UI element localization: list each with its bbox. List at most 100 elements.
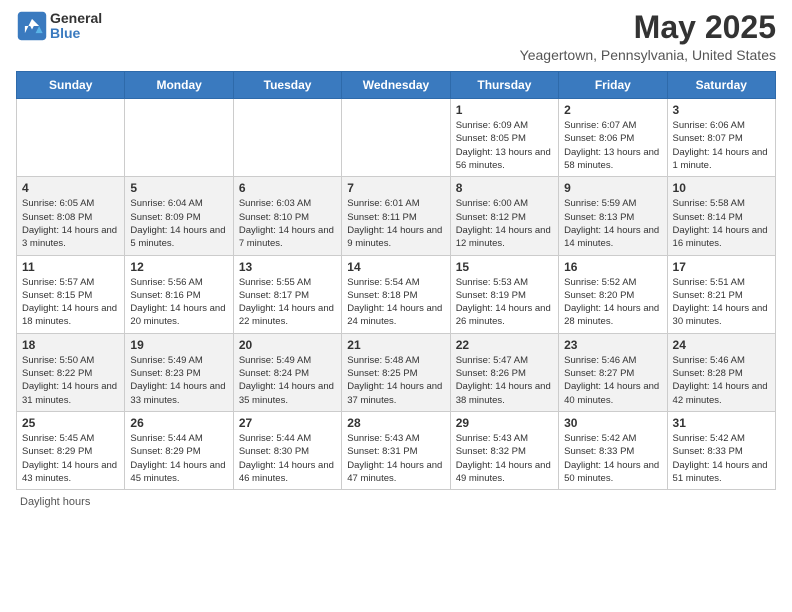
day-info: Sunrise: 5:43 AM Sunset: 8:32 PM Dayligh… — [456, 432, 553, 485]
day-info: Sunrise: 5:56 AM Sunset: 8:16 PM Dayligh… — [130, 276, 227, 329]
day-info: Sunrise: 5:43 AM Sunset: 8:31 PM Dayligh… — [347, 432, 444, 485]
day-number: 8 — [456, 181, 553, 195]
header: General Blue May 2025 Yeagertown, Pennsy… — [16, 10, 776, 63]
day-info: Sunrise: 6:06 AM Sunset: 8:07 PM Dayligh… — [673, 119, 770, 172]
calendar-cell: 24 Sunrise: 5:46 AM Sunset: 8:28 PM Dayli… — [667, 333, 775, 411]
calendar-cell — [17, 99, 125, 177]
day-number: 18 — [22, 338, 119, 352]
day-info: Sunrise: 5:42 AM Sunset: 8:33 PM Dayligh… — [564, 432, 661, 485]
day-info: Sunrise: 5:54 AM Sunset: 8:18 PM Dayligh… — [347, 276, 444, 329]
calendar-header-saturday: Saturday — [667, 72, 775, 99]
day-number: 27 — [239, 416, 336, 430]
day-number: 20 — [239, 338, 336, 352]
day-number: 28 — [347, 416, 444, 430]
logo-general-text: General — [50, 11, 102, 26]
logo: General Blue — [16, 10, 102, 42]
day-info: Sunrise: 5:53 AM Sunset: 8:19 PM Dayligh… — [456, 276, 553, 329]
day-info: Sunrise: 6:07 AM Sunset: 8:06 PM Dayligh… — [564, 119, 661, 172]
calendar-cell: 15 Sunrise: 5:53 AM Sunset: 8:19 PM Dayli… — [450, 255, 558, 333]
calendar-header-thursday: Thursday — [450, 72, 558, 99]
day-number: 16 — [564, 260, 661, 274]
calendar-cell — [125, 99, 233, 177]
day-info: Sunrise: 5:51 AM Sunset: 8:21 PM Dayligh… — [673, 276, 770, 329]
day-info: Sunrise: 5:46 AM Sunset: 8:28 PM Dayligh… — [673, 354, 770, 407]
calendar-cell: 27Sunrise: 5:44 AM Sunset: 8:30 PM Dayli… — [233, 411, 341, 489]
calendar-cell: 3Sunrise: 6:06 AM Sunset: 8:07 PM Daylig… — [667, 99, 775, 177]
day-number: 19 — [130, 338, 227, 352]
day-info: Sunrise: 6:04 AM Sunset: 8:09 PM Dayligh… — [130, 197, 227, 250]
calendar-cell: 18 Sunrise: 5:50 AM Sunset: 8:22 PM Dayli… — [17, 333, 125, 411]
day-info: Sunrise: 5:49 AM Sunset: 8:24 PM Dayligh… — [239, 354, 336, 407]
calendar-cell: 20 Sunrise: 5:49 AM Sunset: 8:24 PM Dayli… — [233, 333, 341, 411]
day-number: 2 — [564, 103, 661, 117]
calendar-cell: 17Sunrise: 5:51 AM Sunset: 8:21 PM Dayli… — [667, 255, 775, 333]
calendar-cell: 26 Sunrise: 5:44 AM Sunset: 8:29 PM Dayli… — [125, 411, 233, 489]
day-number: 31 — [673, 416, 770, 430]
calendar-cell: 25 Sunrise: 5:45 AM Sunset: 8:29 PM Dayli… — [17, 411, 125, 489]
day-number: 26 — [130, 416, 227, 430]
daylight-hours-label: Daylight hours — [20, 496, 90, 508]
calendar-cell: 28 Sunrise: 5:43 AM Sunset: 8:31 PM Dayli… — [342, 411, 450, 489]
calendar-cell: 29Sunrise: 5:43 AM Sunset: 8:32 PM Dayli… — [450, 411, 558, 489]
day-number: 25 — [22, 416, 119, 430]
day-info: Sunrise: 5:57 AM Sunset: 8:15 PM Dayligh… — [22, 276, 119, 329]
calendar-week-row: 11 Sunrise: 5:57 AM Sunset: 8:15 PM Dayli… — [17, 255, 776, 333]
logo-blue-text: Blue — [50, 26, 102, 41]
day-info: Sunrise: 5:49 AM Sunset: 8:23 PM Dayligh… — [130, 354, 227, 407]
calendar-header-friday: Friday — [559, 72, 667, 99]
day-info: Sunrise: 6:01 AM Sunset: 8:11 PM Dayligh… — [347, 197, 444, 250]
calendar-week-row: 1Sunrise: 6:09 AM Sunset: 8:05 PM Daylig… — [17, 99, 776, 177]
day-number: 14 — [347, 260, 444, 274]
day-number: 4 — [22, 181, 119, 195]
calendar-cell — [233, 99, 341, 177]
calendar-cell: 19 Sunrise: 5:49 AM Sunset: 8:23 PM Dayli… — [125, 333, 233, 411]
day-number: 15 — [456, 260, 553, 274]
day-number: 23 — [564, 338, 661, 352]
day-number: 7 — [347, 181, 444, 195]
day-info: Sunrise: 5:59 AM Sunset: 8:13 PM Dayligh… — [564, 197, 661, 250]
calendar-week-row: 25 Sunrise: 5:45 AM Sunset: 8:29 PM Dayli… — [17, 411, 776, 489]
day-number: 10 — [673, 181, 770, 195]
day-number: 12 — [130, 260, 227, 274]
calendar-cell: 22Sunrise: 5:47 AM Sunset: 8:26 PM Dayli… — [450, 333, 558, 411]
calendar-week-row: 4 Sunrise: 6:05 AM Sunset: 8:08 PM Daylig… — [17, 177, 776, 255]
calendar-cell: 21 Sunrise: 5:48 AM Sunset: 8:25 PM Dayli… — [342, 333, 450, 411]
day-number: 24 — [673, 338, 770, 352]
calendar-cell: 11 Sunrise: 5:57 AM Sunset: 8:15 PM Dayli… — [17, 255, 125, 333]
day-number: 30 — [564, 416, 661, 430]
day-info: Sunrise: 5:48 AM Sunset: 8:25 PM Dayligh… — [347, 354, 444, 407]
calendar-week-row: 18 Sunrise: 5:50 AM Sunset: 8:22 PM Dayli… — [17, 333, 776, 411]
calendar-cell: 30 Sunrise: 5:42 AM Sunset: 8:33 PM Dayli… — [559, 411, 667, 489]
calendar-cell: 14 Sunrise: 5:54 AM Sunset: 8:18 PM Dayli… — [342, 255, 450, 333]
day-number: 11 — [22, 260, 119, 274]
calendar-cell: 4 Sunrise: 6:05 AM Sunset: 8:08 PM Daylig… — [17, 177, 125, 255]
day-info: Sunrise: 5:42 AM Sunset: 8:33 PM Dayligh… — [673, 432, 770, 485]
calendar-header-row: SundayMondayTuesdayWednesdayThursdayFrid… — [17, 72, 776, 99]
day-info: Sunrise: 6:05 AM Sunset: 8:08 PM Dayligh… — [22, 197, 119, 250]
calendar-cell — [342, 99, 450, 177]
calendar-cell: 9 Sunrise: 5:59 AM Sunset: 8:13 PM Daylig… — [559, 177, 667, 255]
day-number: 13 — [239, 260, 336, 274]
day-number: 9 — [564, 181, 661, 195]
calendar-cell: 1Sunrise: 6:09 AM Sunset: 8:05 PM Daylig… — [450, 99, 558, 177]
day-info: Sunrise: 5:44 AM Sunset: 8:29 PM Dayligh… — [130, 432, 227, 485]
day-info: Sunrise: 6:03 AM Sunset: 8:10 PM Dayligh… — [239, 197, 336, 250]
calendar-cell: 6Sunrise: 6:03 AM Sunset: 8:10 PM Daylig… — [233, 177, 341, 255]
calendar-header-tuesday: Tuesday — [233, 72, 341, 99]
month-title: May 2025 — [520, 10, 776, 45]
calendar-cell: 10 Sunrise: 5:58 AM Sunset: 8:14 PM Dayli… — [667, 177, 775, 255]
location-title: Yeagertown, Pennsylvania, United States — [520, 47, 776, 63]
page: General Blue May 2025 Yeagertown, Pennsy… — [0, 0, 792, 612]
day-info: Sunrise: 5:58 AM Sunset: 8:14 PM Dayligh… — [673, 197, 770, 250]
calendar-cell: 7 Sunrise: 6:01 AM Sunset: 8:11 PM Daylig… — [342, 177, 450, 255]
day-number: 21 — [347, 338, 444, 352]
calendar-header-monday: Monday — [125, 72, 233, 99]
logo-text: General Blue — [50, 11, 102, 42]
calendar-cell: 2 Sunrise: 6:07 AM Sunset: 8:06 PM Daylig… — [559, 99, 667, 177]
calendar-cell: 5 Sunrise: 6:04 AM Sunset: 8:09 PM Daylig… — [125, 177, 233, 255]
day-number: 5 — [130, 181, 227, 195]
calendar-header-wednesday: Wednesday — [342, 72, 450, 99]
day-info: Sunrise: 5:50 AM Sunset: 8:22 PM Dayligh… — [22, 354, 119, 407]
day-info: Sunrise: 5:46 AM Sunset: 8:27 PM Dayligh… — [564, 354, 661, 407]
day-info: Sunrise: 5:45 AM Sunset: 8:29 PM Dayligh… — [22, 432, 119, 485]
